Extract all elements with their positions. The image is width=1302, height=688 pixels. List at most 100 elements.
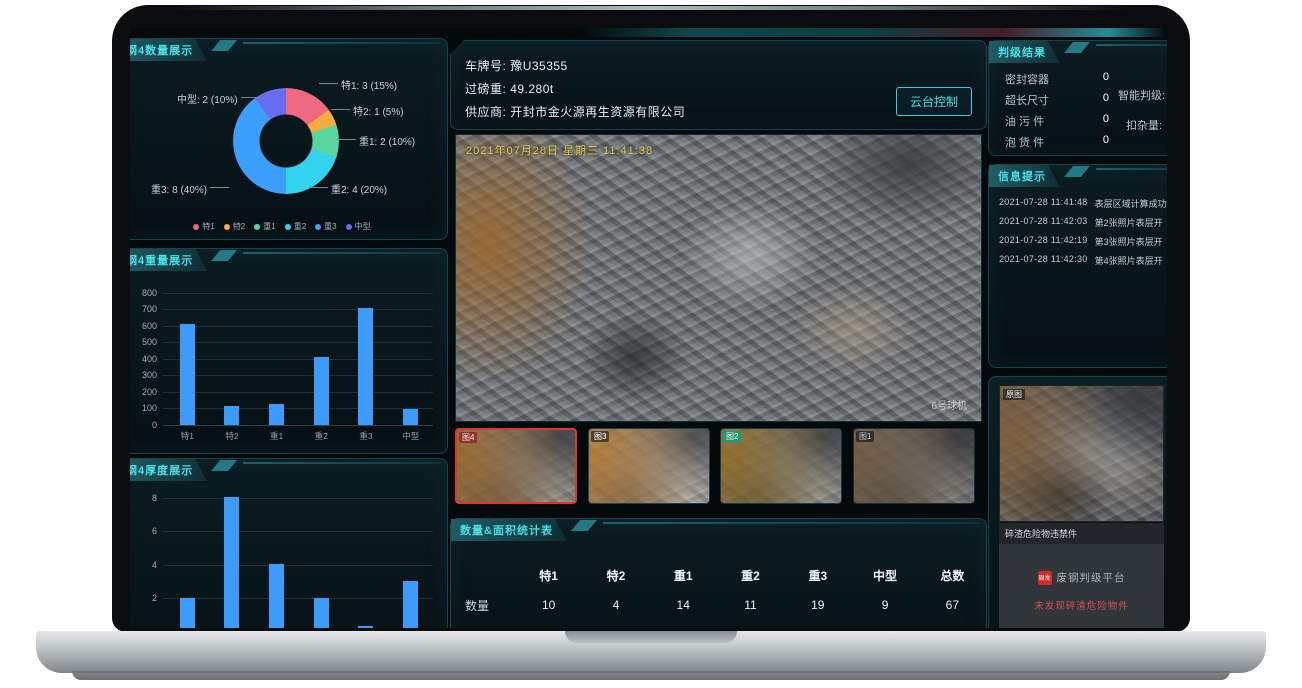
x-axis-labels: 特1 特2 重1 重2 重3 中型 (165, 430, 433, 442)
table-cell: — (582, 621, 649, 628)
grading-item: 油 污 件0 (1005, 113, 1109, 129)
vehicle-info-panel: 车牌号: 豫U35355 过磅重: 49.280t 供应商: 开封市金火源再生资… (450, 40, 987, 130)
column-header: 总数 (919, 561, 986, 589)
legend-label: 特1 (202, 221, 214, 232)
grading-item: 泡 货 件0 (1005, 134, 1109, 150)
table-cell: — (650, 621, 717, 628)
table-cell: — (851, 621, 918, 628)
x-tick: 重1 (262, 430, 292, 442)
table-cell: 10 (515, 591, 582, 619)
danger-check-panel: 原图 碎渣危险物违禁件 周发 废钢判级平台 未发现碎渣危险物件 (988, 376, 1167, 628)
brand-logo-icon: 周发 (1038, 571, 1052, 585)
smart-grading-label: 智能判级: (1118, 87, 1165, 103)
y-tick: 6 (130, 526, 157, 536)
bar (180, 598, 195, 628)
donut-callout: 中型: 2 (10%) (177, 91, 238, 106)
header-decoration (1064, 166, 1090, 177)
table-cell: 4 (582, 591, 649, 619)
x-tick: 特1 (172, 430, 202, 442)
donut-callout: 重3: 8 (40%) (151, 181, 207, 196)
thumbnail-3[interactable]: 图2 (720, 428, 842, 504)
y-tick: 8 (130, 493, 157, 503)
thumbnail-4[interactable]: 图1 (853, 428, 975, 504)
legend-dot (254, 224, 260, 230)
danger-caption: 碎渣危险物违禁件 (999, 523, 1164, 544)
plate-label: 车牌号: (465, 59, 506, 73)
y-tick: 700 (130, 304, 157, 314)
table-cell: — (515, 621, 582, 628)
original-image-label: 原图 (1003, 389, 1025, 400)
top-glow-decoration (580, 28, 1167, 37)
brand-name: 废钢判级平台 (1057, 570, 1126, 585)
laptop-base-notch (565, 631, 737, 643)
page: 钢4数量展示 特1: 3 (15%) 特2: 1 (5%) 重1: 2 (10%… (0, 0, 1302, 688)
laptop-base-shadow (72, 671, 1230, 680)
bar (358, 626, 373, 628)
column-header: 重2 (717, 561, 784, 589)
y-tick: 300 (130, 370, 157, 380)
column-header: 重1 (650, 561, 717, 589)
y-tick: 100 (130, 403, 157, 413)
panel-thickness: 钢4厚度展示 8 6 4 2 特1 特2 重1 (130, 458, 448, 628)
y-tick: 800 (130, 288, 157, 298)
y-tick: 0 (130, 420, 157, 430)
header-line (1096, 44, 1167, 46)
thickness-bars (165, 464, 433, 628)
table-cell: — (784, 621, 851, 628)
thumbnail-label: 图2 (723, 431, 741, 442)
x-tick: 重3 (351, 430, 381, 442)
legend-label: 重1 (263, 221, 275, 232)
y-tick: 4 (130, 560, 157, 570)
danger-result-box: 碎渣危险物违禁件 周发 废钢判级平台 未发现碎渣危险物件 (999, 523, 1164, 628)
bar (358, 308, 373, 425)
photo-timestamp: 2021年07月28日 星期三 11:41:38 (466, 142, 653, 158)
grading-result-panel: 判级结果 密封容器0 超长尺寸0 油 污 件0 泡 货 件0 智能判级: 扣杂量… (988, 40, 1167, 156)
header-line (243, 252, 441, 254)
donut-callout: 特1: 3 (15%) (341, 77, 397, 92)
y-tick: 500 (130, 337, 157, 347)
scrap-image-texture (1000, 386, 1163, 521)
header-line (1096, 168, 1167, 170)
table-cell: — (919, 621, 986, 628)
header-decoration (211, 250, 237, 261)
column-header: 特1 (515, 561, 582, 589)
bar (403, 409, 418, 426)
stats-table-panel: 数量&面积统计表 特1 特2 重1 重2 重3 中型 总数 数量 10 4 14… (450, 518, 987, 628)
weight-label: 过磅重: (465, 82, 506, 96)
header-decoration (211, 40, 237, 51)
danger-result-text: 未发现碎渣危险物件 (999, 598, 1164, 612)
legend-label: 重2 (294, 221, 306, 232)
ptz-control-button[interactable]: 云台控制 (896, 87, 972, 116)
x-tick: 重2 (306, 430, 336, 442)
row-label: 面积 (451, 621, 515, 628)
stats-table-area-row: 面积 — — — — — — — (451, 621, 986, 628)
donut-legend: 特1 特2 重1 重2 重3 中型 (130, 221, 447, 232)
thumbnail-label: 图4 (459, 432, 477, 443)
y-tick: 400 (130, 354, 157, 364)
bar (224, 406, 239, 425)
deduction-label: 扣杂量: (1126, 117, 1162, 133)
message-item: 2021-07-28 11:41:48表层区域计算成功 (999, 197, 1167, 210)
weight-value: 49.280t (510, 82, 554, 96)
y-tick: 2 (130, 593, 157, 603)
table-cell: 11 (717, 591, 784, 619)
bar (403, 581, 418, 628)
bar (269, 564, 284, 628)
panel-weight-title: 钢4重量展示 (130, 249, 207, 271)
legend-dot (285, 224, 291, 230)
weight-bars (165, 293, 433, 425)
main-camera-photo: 2021年07月28日 星期三 11:41:38 6号球机 (455, 134, 982, 422)
thumbnail-2[interactable]: 图3 (588, 428, 710, 504)
messages-panel-title: 信息提示 (989, 165, 1060, 187)
grading-item: 密封容器0 (1005, 71, 1109, 87)
legend-dot (224, 224, 230, 230)
table-cell: 14 (650, 591, 717, 619)
thumbnail-1[interactable]: 图4 (455, 428, 577, 504)
panel-quantity-title: 钢4数量展示 (130, 39, 207, 61)
plate-value: 豫U35355 (510, 59, 568, 73)
quantity-donut-chart (233, 88, 339, 194)
bar (314, 357, 329, 425)
donut-callout: 重1: 2 (10%) (359, 133, 415, 148)
legend-dot (315, 224, 321, 230)
panel-weight: 钢4重量展示 800 700 600 500 400 300 200 100 0 (130, 248, 448, 454)
